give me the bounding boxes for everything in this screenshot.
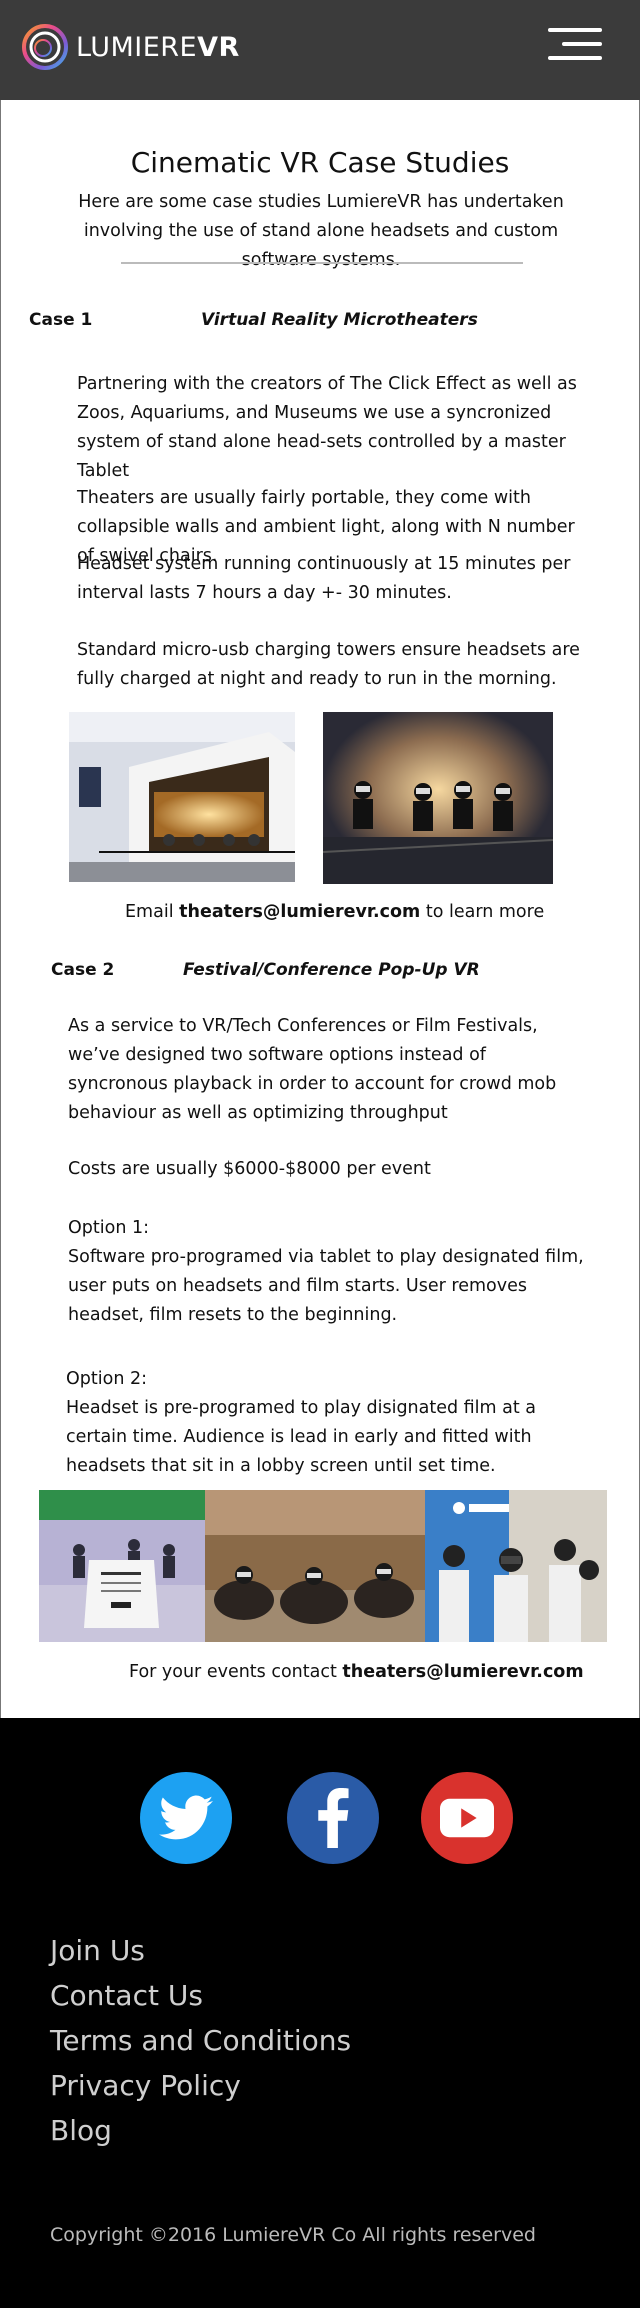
case1-contact: Email theaters@lumierevr.com to learn mo… [125,902,545,922]
popup-event-photos [39,1490,607,1642]
divider [121,262,523,264]
twitter-icon[interactable] [140,1772,232,1864]
case2-title: Festival/Conference Pop-Up VR [183,960,480,980]
page-title: Cinematic VR Case Studies [130,146,510,179]
footer-link-privacy[interactable]: Privacy Policy [50,2063,351,2108]
site-header: LUMIEREVR [0,0,640,100]
case2-contact: For your events contact theaters@lumiere… [129,1662,584,1682]
main-content: Cinematic VR Case Studies Here are some … [0,100,640,1718]
case1-paragraph-3: Headset system running continuously at 1… [77,554,571,603]
footer-link-blog[interactable]: Blog [50,2108,351,2153]
case1-title: Virtual Reality Microtheaters [201,310,478,330]
case2-email-link[interactable]: theaters@lumierevr.com [342,1662,583,1682]
case1-paragraph-4: Standard micro-usb charging towers ensur… [77,640,580,689]
footer-links: Join Us Contact Us Terms and Conditions … [50,1928,351,2153]
footer-link-join-us[interactable]: Join Us [50,1928,351,1973]
footer-link-contact-us[interactable]: Contact Us [50,1973,351,2018]
microtheater-booth-photo [69,712,295,882]
case2-paragraph-1: As a service to VR/Tech Conferences or F… [68,1016,557,1123]
headset-viewers-photo [323,712,553,884]
case2-label: Case 2 [51,960,115,980]
case2-option-2: Option 2: Headset is pre-programed to pl… [66,1369,537,1476]
case1-label: Case 1 [29,310,93,330]
case1-email-link[interactable]: theaters@lumierevr.com [179,902,420,922]
case2-paragraph-2: Costs are usually $6000-$8000 per event [68,1159,431,1179]
footer-link-terms[interactable]: Terms and Conditions [50,2018,351,2063]
facebook-icon[interactable] [287,1772,379,1864]
copyright-text: Copyright ©2016 LumiereVR Co All rights … [50,2224,536,2246]
brand-name: LUMIEREVR [76,31,240,63]
case1-paragraph-1: Partnering with the creators of The Clic… [77,374,577,481]
hamburger-menu-icon[interactable] [548,28,602,68]
logo-ring-icon [22,24,68,70]
case2-option-1: Option 1: Software pro-programed via tab… [68,1218,584,1325]
youtube-icon[interactable] [421,1772,513,1864]
brand-logo[interactable]: LUMIEREVR [20,22,240,72]
